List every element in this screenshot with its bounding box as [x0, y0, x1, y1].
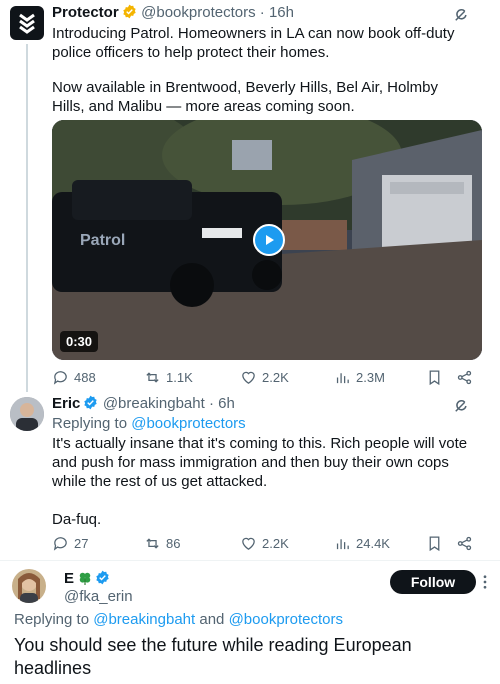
tweet2-actions: 27 86 2.2K 24.4K	[52, 533, 482, 553]
reply-count: 27	[74, 535, 89, 551]
share-button[interactable]	[456, 533, 473, 553]
grok-icon[interactable]	[452, 397, 470, 415]
tweet2-handle[interactable]: @breakingbaht	[103, 395, 205, 412]
divider	[0, 560, 500, 561]
tweet1-time[interactable]: 16h	[269, 4, 294, 21]
tweet2-replying-to: Replying to @bookprotectors	[52, 414, 472, 433]
retweet-icon	[146, 371, 159, 383]
tweet2-author-name[interactable]: Eric	[52, 395, 80, 412]
replying-to-link[interactable]: @bookprotectors	[131, 415, 245, 432]
views-button[interactable]: 2.3M	[334, 367, 385, 387]
heart-icon	[242, 371, 255, 384]
replying-to-link-1[interactable]: @breakingbaht	[93, 611, 195, 628]
tweet1-text-p1: Introducing Patrol. Homeowners in LA can…	[52, 25, 455, 61]
retweet-button[interactable]: 86	[144, 533, 180, 553]
views-button[interactable]: 24.4K	[334, 533, 390, 553]
person-photo	[12, 569, 46, 603]
video-duration: 0:30	[60, 331, 99, 352]
reply-button[interactable]: 488	[52, 367, 96, 387]
blue-verified-badge-icon	[96, 570, 110, 585]
views-count: 2.3M	[356, 369, 385, 385]
like-count: 2.2K	[262, 535, 289, 551]
tweet2-text-p2: Da-fuq.	[52, 511, 102, 528]
tweet3-author-name[interactable]: E	[64, 570, 74, 587]
replying-and: and	[199, 611, 225, 628]
play-button[interactable]	[253, 224, 285, 256]
bookmark-icon	[429, 535, 440, 551]
tweet2-time[interactable]: 6h	[218, 395, 235, 412]
bookmark-button[interactable]	[426, 533, 443, 553]
retweet-count: 86	[166, 535, 181, 551]
retweet-count: 1.1K	[166, 369, 193, 385]
like-button[interactable]: 2.2K	[240, 533, 289, 553]
reply-icon	[53, 370, 67, 385]
more-options-icon[interactable]	[476, 573, 494, 591]
retweet-button[interactable]: 1.1K	[144, 367, 193, 387]
person-photo	[10, 397, 44, 431]
views-count: 24.4K	[356, 535, 390, 551]
views-icon	[336, 372, 349, 383]
tweet3-handle[interactable]: @fka_erin	[64, 588, 133, 605]
tweet2-header: Eric @breakingbaht · 6h	[52, 395, 235, 412]
replying-to-link-2[interactable]: @bookprotectors	[229, 611, 343, 628]
protector-logo-icon	[19, 13, 35, 34]
tweet3-text: You should see the future while reading …	[14, 635, 412, 678]
reply-count: 488	[74, 369, 96, 385]
retweet-icon	[146, 537, 159, 549]
like-button[interactable]: 2.2K	[240, 367, 289, 387]
gold-verified-badge-icon	[123, 4, 136, 19]
reply-icon	[53, 536, 67, 551]
tweet1-text-p2: Now available in Brentwood, Beverly Hill…	[52, 79, 438, 115]
tweet1-handle[interactable]: @bookprotectors	[141, 4, 255, 21]
play-icon	[266, 235, 274, 245]
tweet3-replying-to: Replying to @breakingbaht and @bookprote…	[14, 610, 484, 629]
share-icon	[457, 370, 472, 384]
bookmark-icon	[429, 369, 440, 385]
vehicle-logo-text: Patrol	[80, 232, 126, 249]
views-icon	[336, 538, 349, 549]
tweet1-video[interactable]: Patrol 0:30	[52, 120, 482, 360]
tweet3-header: E	[64, 570, 110, 588]
thread-line	[26, 44, 28, 392]
tweet2-text-p1: It's actually insane that it's coming to…	[52, 435, 468, 490]
clover-emoji-icon	[80, 572, 91, 585]
tweet1-actions: 488 1.1K 2.2K 2.3M	[52, 367, 482, 387]
replying-prefix: Replying to	[52, 415, 128, 432]
bookmark-button[interactable]	[426, 367, 443, 387]
follow-button[interactable]: Follow	[390, 570, 476, 594]
tweet1-header: Protector @bookprotectors · 16h	[52, 4, 294, 21]
heart-icon	[242, 537, 255, 550]
blue-verified-badge-icon	[84, 395, 98, 410]
eric-avatar[interactable]	[10, 397, 44, 431]
reply-button[interactable]: 27	[52, 533, 88, 553]
replying-prefix: Replying to	[14, 611, 90, 628]
like-count: 2.2K	[262, 369, 289, 385]
grok-icon[interactable]	[452, 6, 470, 24]
share-icon	[457, 536, 472, 550]
tweet1-author-name[interactable]: Protector	[52, 4, 119, 21]
erin-avatar[interactable]	[12, 569, 46, 603]
protector-avatar[interactable]	[10, 6, 44, 40]
share-button[interactable]	[456, 367, 473, 387]
